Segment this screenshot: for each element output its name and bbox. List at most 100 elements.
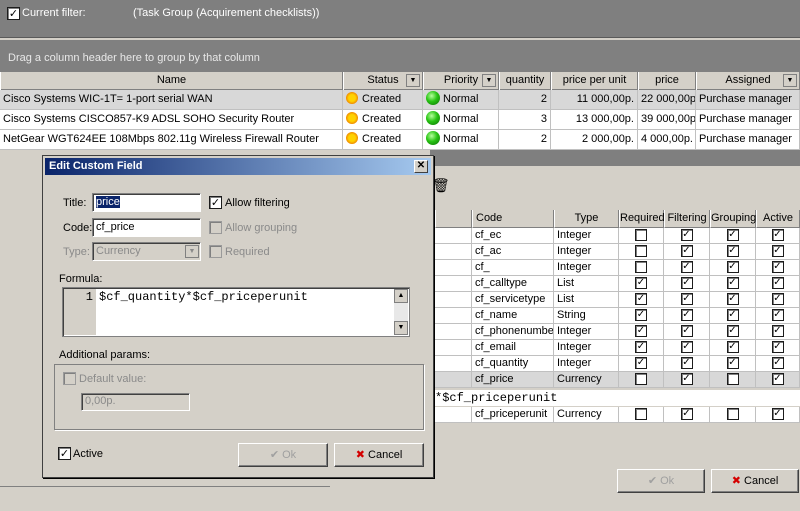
- active-checkbox[interactable]: ✓: [771, 261, 784, 273]
- type-select[interactable]: Currency ▼: [92, 242, 201, 261]
- column-header-price[interactable]: price: [638, 72, 696, 90]
- column-header-assigned[interactable]: Assigned ▼: [696, 72, 800, 90]
- table-row[interactable]: NetGear WGT624EE 108Mbps 802.11g Wireles…: [0, 130, 800, 150]
- cancel-button[interactable]: ✖ Cancel: [334, 443, 424, 467]
- field-type: Integer: [554, 324, 619, 340]
- fields-col-active[interactable]: Active: [756, 210, 800, 228]
- formula-text[interactable]: $cf_quantity*$cf_priceperunit: [99, 289, 308, 305]
- active-checkbox[interactable]: ✓: [771, 229, 784, 241]
- fields-ok-button[interactable]: ✔ Ok: [617, 469, 705, 493]
- checkmark-icon: ✔: [269, 448, 280, 461]
- active-checkbox[interactable]: ✓: [771, 245, 784, 257]
- filtering-checkbox[interactable]: ✓: [680, 408, 693, 420]
- grouping-checkbox[interactable]: ✓: [726, 261, 739, 273]
- filtering-checkbox[interactable]: ✓: [680, 341, 693, 353]
- filtering-checkbox[interactable]: ✓: [680, 293, 693, 305]
- group-by-area[interactable]: Drag a column header here to group by th…: [0, 40, 800, 72]
- active-checkbox[interactable]: ✓: [771, 341, 784, 353]
- fields-table-row[interactable]: cf_email Integer ✓ ✓ ✓ ✓: [435, 340, 800, 356]
- fields-table-row[interactable]: cf_ac Integer ✓ ✓ ✓: [435, 244, 800, 260]
- active-checkbox[interactable]: ✓: [771, 293, 784, 305]
- fields-table-row[interactable]: cf_ Integer ✓ ✓ ✓: [435, 260, 800, 276]
- fields-table-row[interactable]: cf_servicetype List ✓ ✓ ✓ ✓: [435, 292, 800, 308]
- title-input[interactable]: price: [92, 193, 201, 212]
- active-checkbox[interactable]: ✓: [58, 447, 71, 460]
- fields-table-row[interactable]: cf_quantity Integer ✓ ✓ ✓ ✓: [435, 356, 800, 372]
- filtering-checkbox[interactable]: ✓: [680, 373, 693, 385]
- required-checkbox[interactable]: [635, 245, 647, 257]
- active-checkbox[interactable]: ✓: [771, 309, 784, 321]
- default-value-input[interactable]: 0,00р.: [81, 393, 190, 411]
- filtering-checkbox[interactable]: ✓: [680, 261, 693, 273]
- fields-table-row[interactable]: cf_price Currency ✓ ✓: [435, 372, 800, 388]
- fields-table-row[interactable]: cf_priceperunit Currency ✓ ✓: [435, 407, 800, 423]
- required-checkbox[interactable]: ✓: [635, 341, 647, 353]
- grouping-checkbox[interactable]: ✓: [726, 229, 739, 241]
- filtering-checkbox[interactable]: ✓: [680, 309, 693, 321]
- formula-editor[interactable]: 1 $cf_quantity*$cf_priceperunit ▲ ▼: [62, 287, 410, 337]
- fields-col-required[interactable]: Required: [619, 210, 665, 228]
- filter-checkbox[interactable]: ✓: [7, 7, 20, 20]
- required-checkbox[interactable]: [635, 408, 647, 420]
- fields-col-type[interactable]: Type: [554, 210, 619, 228]
- required-checkbox[interactable]: [635, 261, 647, 273]
- grouping-checkbox[interactable]: ✓: [726, 245, 739, 257]
- required-checkbox[interactable]: ✓: [635, 357, 647, 369]
- active-checkbox[interactable]: ✓: [771, 408, 784, 420]
- active-checkbox[interactable]: ✓: [771, 357, 784, 369]
- priority-filter-dropdown[interactable]: ▼: [482, 74, 496, 87]
- column-header-price-per-unit[interactable]: price per unit: [551, 72, 638, 90]
- grouping-checkbox[interactable]: ✓: [726, 357, 739, 369]
- fields-table-row[interactable]: cf_calltype List ✓ ✓ ✓ ✓: [435, 276, 800, 292]
- fields-table-row[interactable]: cf_ec Integer ✓ ✓ ✓: [435, 228, 800, 244]
- column-header-quantity[interactable]: quantity: [499, 72, 551, 90]
- scroll-down-icon[interactable]: ▼: [394, 321, 408, 335]
- grouping-checkbox[interactable]: [726, 408, 739, 420]
- fields-col-filtering[interactable]: Filtering: [664, 210, 710, 228]
- fields-col-code[interactable]: Code: [472, 210, 554, 228]
- fields-col-grouping[interactable]: Grouping: [710, 210, 756, 228]
- filtering-checkbox[interactable]: ✓: [680, 357, 693, 369]
- filtering-checkbox[interactable]: ✓: [680, 229, 693, 241]
- required-checkbox[interactable]: [209, 245, 222, 258]
- filtering-checkbox[interactable]: ✓: [680, 277, 693, 289]
- code-input[interactable]: cf_price: [92, 218, 201, 237]
- grouping-checkbox[interactable]: ✓: [726, 293, 739, 305]
- column-header-name[interactable]: Name: [0, 72, 343, 90]
- required-checkbox[interactable]: [635, 229, 647, 241]
- grouping-checkbox[interactable]: [726, 373, 739, 385]
- required-checkbox[interactable]: ✓: [635, 309, 647, 321]
- grouping-checkbox[interactable]: ✓: [726, 341, 739, 353]
- active-checkbox[interactable]: ✓: [771, 277, 784, 289]
- table-row[interactable]: Cisco Systems CISCO857-K9 ADSL SOHO Secu…: [0, 110, 800, 130]
- active-checkbox[interactable]: ✓: [771, 373, 784, 385]
- fields-cancel-button[interactable]: ✖ Cancel: [711, 469, 799, 493]
- column-header-status[interactable]: Status ▼: [343, 72, 423, 90]
- fields-table-row[interactable]: cf_name String ✓ ✓ ✓ ✓: [435, 308, 800, 324]
- required-checkbox[interactable]: ✓: [635, 277, 647, 289]
- default-value-checkbox[interactable]: [63, 372, 76, 385]
- filtering-checkbox[interactable]: ✓: [680, 245, 693, 257]
- allow-filtering-checkbox[interactable]: ✓: [209, 196, 222, 209]
- status-filter-dropdown[interactable]: ▼: [406, 74, 420, 87]
- scroll-up-icon[interactable]: ▲: [394, 289, 408, 303]
- required-checkbox[interactable]: ✓: [635, 293, 647, 305]
- row-price-per-unit: 11 000,00р.: [551, 90, 638, 109]
- ok-button[interactable]: ✔ Ok: [238, 443, 328, 467]
- required-checkbox[interactable]: [635, 373, 647, 385]
- allow-grouping-checkbox[interactable]: [209, 221, 222, 234]
- table-row[interactable]: Cisco Systems WIC-1T= 1-port serial WAN …: [0, 90, 800, 110]
- column-header-priority[interactable]: Priority ▼: [423, 72, 499, 90]
- active-checkbox[interactable]: ✓: [771, 325, 784, 337]
- grouping-checkbox[interactable]: ✓: [726, 325, 739, 337]
- delete-icon[interactable]: 🗑: [432, 178, 450, 194]
- grouping-checkbox[interactable]: ✓: [726, 277, 739, 289]
- filtering-checkbox[interactable]: ✓: [680, 325, 693, 337]
- close-icon[interactable]: ✕: [414, 160, 428, 173]
- assigned-filter-dropdown[interactable]: ▼: [783, 74, 797, 87]
- required-checkbox[interactable]: ✓: [635, 325, 647, 337]
- horizontal-scrollbar[interactable]: [0, 486, 330, 506]
- grouping-checkbox[interactable]: ✓: [726, 309, 739, 321]
- formula-scrollbar[interactable]: ▲ ▼: [394, 289, 408, 335]
- fields-table-row[interactable]: cf_phonenumber Integer ✓ ✓ ✓ ✓: [435, 324, 800, 340]
